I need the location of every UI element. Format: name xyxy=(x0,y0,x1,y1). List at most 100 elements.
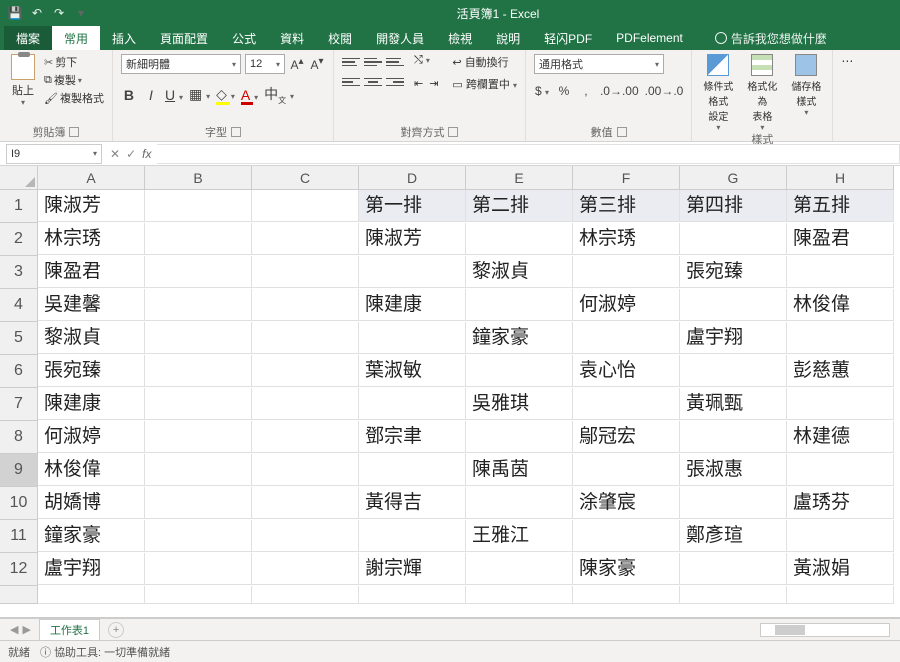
fx-icon[interactable]: fx xyxy=(142,147,151,161)
row-header[interactable]: 12 xyxy=(0,553,38,586)
cell[interactable] xyxy=(145,520,252,552)
cell[interactable] xyxy=(252,190,359,222)
cell[interactable] xyxy=(359,256,466,288)
cell[interactable] xyxy=(787,520,894,552)
cell[interactable] xyxy=(680,487,787,519)
dialog-launcher-icon[interactable] xyxy=(231,127,241,137)
cell[interactable]: 陳禹茵 xyxy=(466,454,573,486)
cell[interactable] xyxy=(145,223,252,255)
cell-styles-button[interactable]: 儲存格 樣式▾ xyxy=(788,54,824,132)
align-bottom-button[interactable] xyxy=(386,54,404,70)
sheet-tab[interactable]: 工作表1 xyxy=(39,619,100,640)
tab-formulas[interactable]: 公式 xyxy=(220,26,268,50)
cell[interactable] xyxy=(787,454,894,486)
cell[interactable]: 王雅江 xyxy=(466,520,573,552)
tell-me[interactable]: 告訴我您想做什麼 xyxy=(703,26,839,50)
sheet-nav-next-icon[interactable]: ▶ xyxy=(22,623,30,636)
tab-view[interactable]: 檢視 xyxy=(436,26,484,50)
tab-help[interactable]: 說明 xyxy=(484,26,532,50)
cell[interactable]: 涂肇宸 xyxy=(573,487,680,519)
cell[interactable]: 林俊偉 xyxy=(787,289,894,321)
cell[interactable]: 彭慈蕙 xyxy=(787,355,894,387)
cell[interactable] xyxy=(573,586,680,604)
cell[interactable] xyxy=(787,322,894,354)
horizontal-scrollbar[interactable] xyxy=(760,623,890,637)
cell[interactable] xyxy=(145,586,252,604)
cell[interactable] xyxy=(252,586,359,604)
cell[interactable]: 鐘家豪 xyxy=(38,520,145,552)
copy-button[interactable]: ⧉複製 ▾ xyxy=(44,72,104,88)
row-header[interactable]: 7 xyxy=(0,388,38,421)
cell[interactable] xyxy=(145,553,252,585)
row-header[interactable]: 9 xyxy=(0,454,38,487)
cell[interactable]: 陳盈君 xyxy=(787,223,894,255)
cell[interactable] xyxy=(252,487,359,519)
cell[interactable] xyxy=(38,586,145,604)
cell[interactable] xyxy=(680,289,787,321)
font-size-selector[interactable]: 12▾ xyxy=(245,54,285,74)
tab-data[interactable]: 資料 xyxy=(268,26,316,50)
cell[interactable]: 鄔冠宏 xyxy=(573,421,680,453)
formula-bar[interactable] xyxy=(157,144,900,164)
cell[interactable] xyxy=(145,388,252,420)
dialog-launcher-icon[interactable] xyxy=(448,127,458,137)
cell[interactable] xyxy=(252,223,359,255)
row-header[interactable]: 10 xyxy=(0,487,38,520)
cell[interactable] xyxy=(680,421,787,453)
cell[interactable] xyxy=(252,289,359,321)
cell[interactable] xyxy=(252,355,359,387)
cell[interactable] xyxy=(359,388,466,420)
cell[interactable]: 第五排 xyxy=(787,190,894,222)
currency-button[interactable]: $ ▾ xyxy=(534,84,550,98)
enter-formula-icon[interactable]: ✓ xyxy=(126,147,136,161)
tab-layout[interactable]: 頁面配置 xyxy=(148,26,220,50)
cell[interactable] xyxy=(145,421,252,453)
conditional-format-button[interactable]: 條件式格式 設定▾ xyxy=(700,54,736,132)
number-format-selector[interactable]: 通用格式▾ xyxy=(534,54,664,74)
align-right-button[interactable] xyxy=(386,74,404,90)
cell[interactable] xyxy=(359,322,466,354)
cell[interactable]: 第三排 xyxy=(573,190,680,222)
merge-center-button[interactable]: ▭ 跨欄置中 ▾ xyxy=(452,76,517,92)
percent-button[interactable]: % xyxy=(556,84,572,98)
decrease-font-icon[interactable]: A▾ xyxy=(309,56,325,72)
cell[interactable]: 黃得吉 xyxy=(359,487,466,519)
column-header[interactable]: H xyxy=(787,166,894,190)
phonetic-button[interactable]: 中文 ▾ xyxy=(264,84,294,106)
align-middle-button[interactable] xyxy=(364,54,382,70)
row-header[interactable] xyxy=(0,586,38,604)
cell[interactable]: 袁心怡 xyxy=(573,355,680,387)
cell[interactable]: 林俊偉 xyxy=(38,454,145,486)
italic-button[interactable]: I xyxy=(143,87,159,103)
tab-file[interactable]: 檔案 xyxy=(4,26,52,50)
dialog-launcher-icon[interactable] xyxy=(69,127,79,137)
decrease-decimal-button[interactable]: .00→.0 xyxy=(645,84,684,98)
row-header[interactable]: 4 xyxy=(0,289,38,322)
cell[interactable]: 何淑婷 xyxy=(573,289,680,321)
cell[interactable] xyxy=(145,454,252,486)
cell[interactable]: 吳雅琪 xyxy=(466,388,573,420)
cell[interactable] xyxy=(466,289,573,321)
name-box[interactable]: I9▾ xyxy=(6,144,102,164)
cell[interactable] xyxy=(680,355,787,387)
cell[interactable]: 陳淑芳 xyxy=(38,190,145,222)
cancel-formula-icon[interactable]: ✕ xyxy=(110,147,120,161)
column-header[interactable]: F xyxy=(573,166,680,190)
cell[interactable]: 陳建康 xyxy=(359,289,466,321)
cell[interactable] xyxy=(787,586,894,604)
cell[interactable]: 黎淑貞 xyxy=(466,256,573,288)
undo-icon[interactable]: ↶ xyxy=(30,6,44,20)
cell[interactable] xyxy=(252,553,359,585)
cell[interactable] xyxy=(145,190,252,222)
add-sheet-button[interactable]: + xyxy=(108,622,124,638)
comma-button[interactable]: , xyxy=(578,84,594,98)
cell[interactable] xyxy=(252,421,359,453)
column-header[interactable]: A xyxy=(38,166,145,190)
cut-button[interactable]: ✂剪下 xyxy=(44,54,104,70)
tab-review[interactable]: 校閱 xyxy=(316,26,364,50)
cell[interactable] xyxy=(573,388,680,420)
decrease-indent-button[interactable]: ⇤ xyxy=(414,77,423,90)
cell[interactable]: 張宛臻 xyxy=(680,256,787,288)
cell[interactable]: 盧宇翔 xyxy=(680,322,787,354)
save-icon[interactable]: 💾 xyxy=(8,6,22,20)
